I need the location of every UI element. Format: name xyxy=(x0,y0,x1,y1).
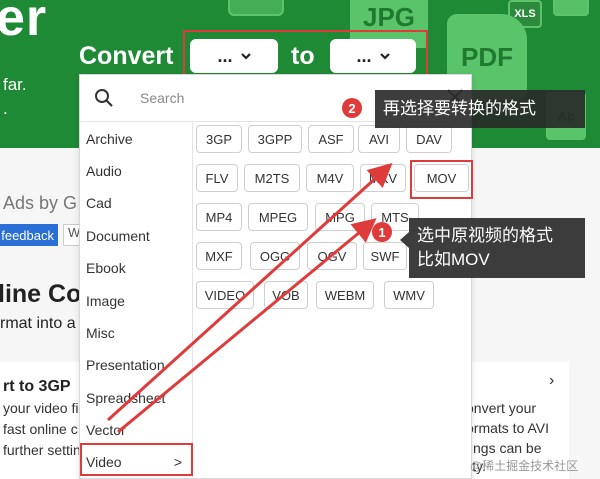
card-left-line: your video fi xyxy=(3,400,79,416)
format-mpg[interactable]: MPG xyxy=(315,203,365,231)
category-label: Ebook xyxy=(86,260,126,276)
video-category-highlight-frame xyxy=(80,443,193,476)
category-label: Misc xyxy=(86,325,115,341)
format-mpeg[interactable]: MPEG xyxy=(248,203,308,231)
category-archive[interactable]: Archive xyxy=(80,123,192,155)
step-badge-2: 2 xyxy=(342,98,362,118)
category-list: Archive Audio Cad Document Ebook Image M… xyxy=(80,123,193,479)
category-label: Cad xyxy=(86,195,112,211)
card-right-line: onvert your xyxy=(466,400,537,416)
category-cad[interactable]: Cad xyxy=(80,187,192,219)
format-dav[interactable]: DAV xyxy=(406,125,452,153)
step2-text: 再选择要转换的格式 xyxy=(383,99,536,118)
card-left-title: rt to 3GP xyxy=(3,378,71,395)
format-wmv[interactable]: WMV xyxy=(384,281,434,309)
step1-text-line2: 比如MOV xyxy=(417,250,490,269)
format-asf[interactable]: ASF xyxy=(308,125,354,153)
hero-tagline-end: . xyxy=(3,99,8,118)
category-misc[interactable]: Misc xyxy=(80,317,192,349)
category-label: Image xyxy=(86,293,125,309)
format-3gpp[interactable]: 3GPP xyxy=(248,125,302,153)
card-left-line: further settin xyxy=(3,442,81,458)
step2-tooltip: 再选择要转换的格式 xyxy=(375,90,585,128)
category-document[interactable]: Document xyxy=(80,220,192,252)
ads-label: Ads by G xyxy=(3,193,78,213)
category-audio[interactable]: Audio xyxy=(80,155,192,187)
category-image[interactable]: Image xyxy=(80,285,192,317)
mov-highlight-frame xyxy=(410,160,473,199)
step1-tooltip: 选中原视频的格式 比如MOV xyxy=(409,218,585,278)
hero-title: er xyxy=(0,0,48,47)
category-label: Vector xyxy=(86,422,126,438)
format-video[interactable]: VIDEO xyxy=(196,281,254,309)
category-label: Audio xyxy=(86,163,122,179)
category-spreadsheet[interactable]: Spreadsheet xyxy=(80,382,192,414)
category-label: Spreadsheet xyxy=(86,390,166,406)
search-icon xyxy=(95,89,113,107)
convert-label: Convert xyxy=(79,42,174,70)
format-avi[interactable]: AVI xyxy=(358,125,400,153)
section-title: line Co xyxy=(0,280,82,308)
card-right-line: tings can be xyxy=(466,440,542,456)
step-badge-1: 1 xyxy=(372,222,392,242)
card-left-line: fast online c xyxy=(3,421,78,437)
format-flv[interactable]: FLV xyxy=(196,164,238,192)
category-presentation[interactable]: Presentation xyxy=(80,349,192,381)
format-mp4[interactable]: MP4 xyxy=(196,203,242,231)
step1-text-line1: 选中原视频的格式 xyxy=(417,226,553,245)
format-webm[interactable]: WEBM xyxy=(316,281,374,309)
tooltip-pointer xyxy=(400,232,409,248)
watermark: @稀土掘金技术社区 xyxy=(470,459,579,473)
category-label: Archive xyxy=(86,131,133,147)
feedback-button[interactable]: feedback xyxy=(0,224,58,246)
hero-tagline: far. xyxy=(3,75,27,94)
format-m4v[interactable]: M4V xyxy=(306,164,354,192)
category-vector[interactable]: Vector xyxy=(80,414,192,446)
format-vob[interactable]: VOB xyxy=(264,281,308,309)
category-label: Presentation xyxy=(86,357,165,373)
format-ogg[interactable]: OGG xyxy=(250,242,300,270)
card-right-line: ormats to AVI xyxy=(466,420,549,436)
format-mxf[interactable]: MXF xyxy=(196,242,242,270)
category-label: Document xyxy=(86,228,150,244)
grid-file-icon xyxy=(553,0,589,16)
format-m2ts[interactable]: M2TS xyxy=(244,164,300,192)
format-mkv[interactable]: MKV xyxy=(360,164,406,192)
section-subtitle: rmat into a xyxy=(0,315,76,332)
format-3gp[interactable]: 3GP xyxy=(196,125,242,153)
file-icon xyxy=(228,0,284,16)
chevron-right-icon[interactable]: › xyxy=(549,372,554,390)
format-ogv[interactable]: OGV xyxy=(307,242,357,270)
category-ebook[interactable]: Ebook xyxy=(80,252,192,284)
